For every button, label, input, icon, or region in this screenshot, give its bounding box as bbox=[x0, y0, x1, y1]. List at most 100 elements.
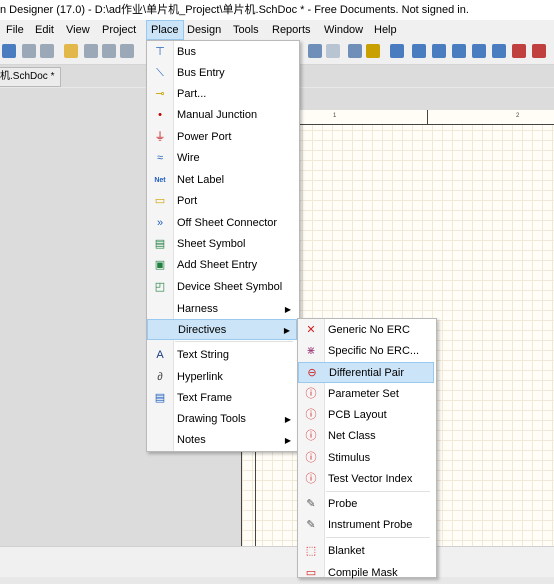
menu-item-hyperlink[interactable]: ∂ Hyperlink bbox=[147, 367, 297, 388]
menu-item-label: PCB Layout bbox=[328, 409, 387, 421]
menu-design[interactable]: Design bbox=[183, 20, 225, 40]
menu-reports[interactable]: Reports bbox=[268, 20, 315, 40]
menu-item-net-label[interactable]: Net Net Label bbox=[147, 170, 297, 191]
zoom-fit-icon[interactable] bbox=[102, 44, 116, 58]
menu-item-text-frame[interactable]: ▤ Text Frame bbox=[147, 388, 297, 409]
wand-icon[interactable] bbox=[366, 44, 380, 58]
wire-tool-icon[interactable] bbox=[412, 44, 426, 58]
menu-item-label: Sheet Symbol bbox=[177, 238, 246, 250]
device-sheet-icon: ◰ bbox=[154, 281, 166, 293]
text-string-icon: A bbox=[156, 349, 164, 361]
menu-item-power-port[interactable]: ⏚ Power Port bbox=[147, 127, 297, 148]
menu-item-differential-pair[interactable]: ⊖ Differential Pair bbox=[298, 362, 434, 383]
menu-item-blanket[interactable]: ⬚ Blanket bbox=[298, 541, 434, 562]
menu-item-label: Device Sheet Symbol bbox=[177, 281, 283, 293]
menu-item-off-sheet-connector[interactable]: » Off Sheet Connector bbox=[147, 213, 297, 234]
menu-item-net-class[interactable]: ⓘ Net Class bbox=[298, 426, 434, 447]
menu-item-add-sheet-entry[interactable]: ▣ Add Sheet Entry bbox=[147, 255, 297, 276]
menu-item-label: Instrument Probe bbox=[328, 519, 413, 531]
menu-item-directives[interactable]: Directives ▶ bbox=[147, 319, 297, 340]
menu-place[interactable]: Place bbox=[146, 20, 184, 40]
open-project-icon[interactable] bbox=[64, 44, 78, 58]
bus-entry-tool-icon[interactable] bbox=[452, 44, 466, 58]
menu-item-label: Manual Junction bbox=[177, 109, 258, 121]
menu-item-label: Compile Mask bbox=[328, 567, 398, 579]
cross-probe-icon[interactable] bbox=[348, 44, 362, 58]
menu-item-bus[interactable]: ⊤ Bus bbox=[147, 42, 297, 63]
menu-item-label: Bus Entry bbox=[177, 67, 225, 79]
menu-item-label: Test Vector Index bbox=[328, 473, 413, 485]
menu-item-harness[interactable]: Harness ▶ bbox=[147, 299, 297, 320]
menu-item-manual-junction[interactable]: • Manual Junction bbox=[147, 105, 297, 126]
probe-icon: ✎ bbox=[306, 498, 316, 510]
menu-item-sheet-symbol[interactable]: ▤ Sheet Symbol bbox=[147, 234, 297, 255]
stimulus-icon: ⓘ bbox=[305, 452, 317, 464]
save-icon[interactable] bbox=[2, 44, 16, 58]
menu-item-wire[interactable]: ≈ Wire bbox=[147, 148, 297, 169]
ruler-label-1: 1 bbox=[333, 113, 337, 119]
zoom-selected-icon[interactable] bbox=[120, 44, 134, 58]
gnd-icon[interactable] bbox=[512, 44, 526, 58]
directives-submenu: ✕ Generic No ERC ⋇ Specific No ERC... ⊖ Diffe… bbox=[297, 318, 437, 579]
menu-item-compile-mask[interactable]: ▭ Compile Mask bbox=[298, 563, 434, 584]
menu-edit[interactable]: Edit bbox=[31, 20, 58, 40]
menu-item-label: Notes bbox=[177, 434, 206, 446]
print-preview-icon[interactable] bbox=[40, 44, 54, 58]
menu-item-device-sheet-symbol[interactable]: ◰ Device Sheet Symbol bbox=[147, 277, 297, 298]
off-sheet-connector-icon: » bbox=[156, 217, 164, 229]
place-menu: ⊤ Bus ⟍ Bus Entry ⊸ Part... • Manual Junction ⏚ P… bbox=[146, 40, 300, 452]
menu-item-label: Net Class bbox=[328, 430, 376, 442]
undo-icon[interactable] bbox=[308, 44, 322, 58]
menu-item-instrument-probe[interactable]: ✎ Instrument Probe bbox=[298, 515, 434, 536]
menu-window[interactable]: Window bbox=[320, 20, 367, 40]
menu-item-label: Probe bbox=[328, 498, 358, 510]
menu-item-port[interactable]: ▭ Port bbox=[147, 191, 297, 212]
status-bar bbox=[0, 546, 554, 577]
vcc-icon[interactable] bbox=[532, 44, 546, 58]
menu-item-label: Part... bbox=[177, 88, 207, 100]
menu-item-part[interactable]: ⊸ Part... bbox=[147, 84, 297, 105]
bus-tool-icon[interactable] bbox=[432, 44, 446, 58]
menu-help[interactable]: Help bbox=[370, 20, 401, 40]
menu-item-text-string[interactable]: A Text String bbox=[147, 345, 297, 366]
menu-item-label: Add Sheet Entry bbox=[177, 259, 258, 271]
submenu-arrow-icon: ▶ bbox=[283, 326, 290, 335]
menu-tools[interactable]: Tools bbox=[229, 20, 263, 40]
bus-icon: ⊤ bbox=[155, 46, 165, 58]
menu-item-generic-no-erc[interactable]: ✕ Generic No ERC bbox=[298, 320, 434, 341]
document-tab[interactable]: 机.SchDoc * bbox=[0, 67, 62, 87]
menu-item-bus-entry[interactable]: ⟍ Bus Entry bbox=[147, 63, 297, 84]
menu-item-label: Bus bbox=[177, 46, 196, 58]
print-icon[interactable] bbox=[22, 44, 36, 58]
menu-item-label: Directives bbox=[178, 324, 227, 336]
test-vector-icon: ⓘ bbox=[305, 473, 317, 485]
menu-file[interactable]: File bbox=[2, 20, 28, 40]
menu-item-test-vector-index[interactable]: ⓘ Test Vector Index bbox=[298, 469, 434, 490]
menu-view[interactable]: View bbox=[62, 20, 94, 40]
menu-item-probe[interactable]: ✎ Probe bbox=[298, 494, 434, 515]
net-label-tool-icon[interactable] bbox=[492, 44, 506, 58]
menu-item-specific-no-erc[interactable]: ⋇ Specific No ERC... bbox=[298, 341, 434, 362]
menu-item-stimulus[interactable]: ⓘ Stimulus bbox=[298, 448, 434, 469]
menu-item-label: Stimulus bbox=[328, 452, 371, 464]
menu-item-drawing-tools[interactable]: Drawing Tools ▶ bbox=[147, 409, 297, 430]
menu-item-notes[interactable]: Notes ▶ bbox=[147, 430, 297, 451]
blanket-icon: ⬚ bbox=[305, 545, 317, 557]
net-label-icon: Net bbox=[154, 177, 166, 184]
sheet-entry-icon: ▣ bbox=[154, 259, 166, 271]
menu-item-label: Blanket bbox=[328, 545, 365, 557]
menu-project[interactable]: Project bbox=[98, 20, 140, 40]
window-title: n Designer (17.0) - D:\ad作业\单片机_Project\… bbox=[0, 0, 554, 20]
menu-item-pcb-layout[interactable]: ⓘ PCB Layout bbox=[298, 405, 434, 426]
component-icon[interactable] bbox=[390, 44, 404, 58]
menu-separator bbox=[326, 537, 430, 538]
zoom-area-icon[interactable] bbox=[84, 44, 98, 58]
menu-item-label: Differential Pair bbox=[329, 367, 404, 379]
submenu-arrow-icon: ▶ bbox=[284, 436, 291, 445]
signal-harness-icon[interactable] bbox=[472, 44, 486, 58]
menu-item-parameter-set[interactable]: ⓘ Parameter Set bbox=[298, 384, 434, 405]
net-class-icon: ⓘ bbox=[305, 430, 317, 442]
menu-separator bbox=[175, 341, 293, 342]
junction-icon: • bbox=[158, 109, 162, 121]
redo-icon[interactable] bbox=[326, 44, 340, 58]
